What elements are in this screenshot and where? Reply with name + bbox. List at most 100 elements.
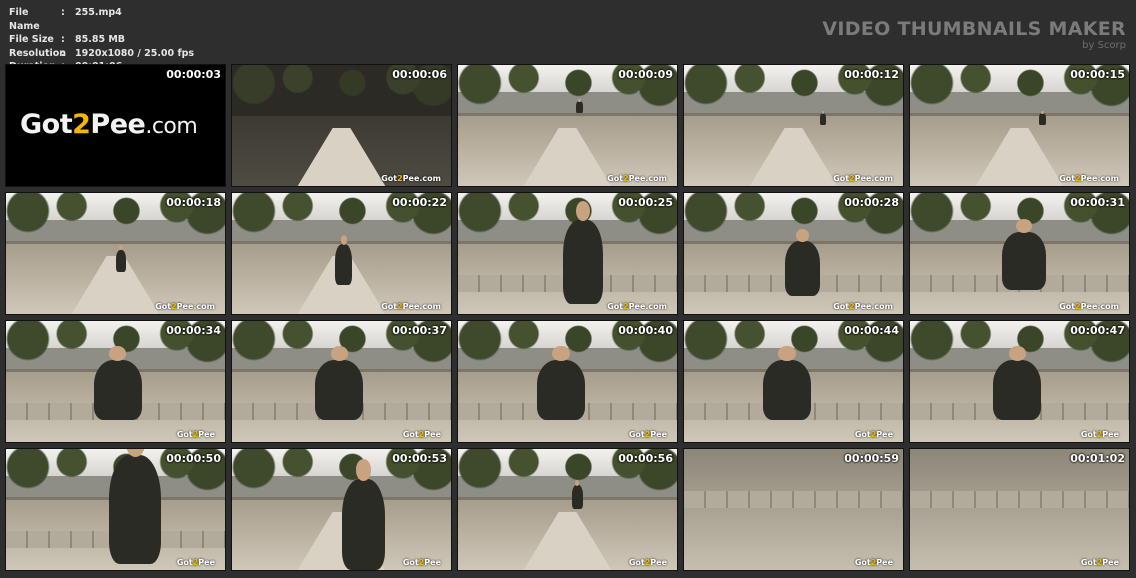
video-thumbnail[interactable]: Got2Pee.com 00:00:12 bbox=[683, 64, 904, 187]
video-thumbnail[interactable]: Got2Pee.com 00:00:03 bbox=[5, 64, 226, 187]
video-thumbnail[interactable]: Got2Pee.com 00:00:28 bbox=[683, 192, 904, 315]
timestamp-label: 00:00:31 bbox=[1070, 196, 1125, 209]
logo-part: Pee bbox=[90, 109, 146, 140]
watermark-part: Got bbox=[381, 174, 398, 183]
person-figure bbox=[819, 110, 827, 126]
brand-watermark: VIDEO THUMBNAILS MAKER by Scorp bbox=[822, 18, 1126, 51]
person-head bbox=[575, 200, 590, 222]
video-thumbnail[interactable]: Got2Pee.com 00:00:15 bbox=[909, 64, 1130, 187]
timestamp-label: 00:00:44 bbox=[844, 324, 899, 337]
thumbnail-watermark: Got2Pee.com bbox=[1059, 302, 1119, 311]
timestamp-label: 00:00:37 bbox=[392, 324, 447, 337]
person-head bbox=[578, 98, 581, 102]
person-figure bbox=[762, 346, 811, 421]
person-figure bbox=[784, 229, 820, 296]
thumbnail-watermark: Got2Pee.com bbox=[607, 302, 667, 311]
video-thumbnail[interactable]: Got2Pee 00:00:37 bbox=[231, 320, 452, 443]
person-head bbox=[330, 346, 348, 361]
person-head bbox=[795, 229, 809, 243]
thumbnail-watermark: Got2Pee.com bbox=[607, 174, 667, 183]
watermark-part: Got bbox=[1080, 558, 1097, 567]
watermark-part: .com bbox=[1097, 302, 1119, 311]
timestamp-label: 00:00:50 bbox=[166, 452, 221, 465]
video-thumbnail[interactable]: Got2Pee 00:00:44 bbox=[683, 320, 904, 443]
video-thumbnail[interactable]: Got2Pee.com 00:00:06 bbox=[231, 64, 452, 187]
timestamp-label: 00:00:12 bbox=[844, 68, 899, 81]
ground bbox=[910, 449, 1129, 570]
timestamp-label: 00:00:09 bbox=[618, 68, 673, 81]
thumbnail-watermark: Got2Pee bbox=[855, 430, 893, 439]
watermark-part: .com bbox=[193, 302, 215, 311]
file-size-value: 85.85 MB bbox=[75, 34, 126, 45]
brand-title: VIDEO THUMBNAILS MAKER bbox=[822, 18, 1126, 40]
thumbnail-watermark: Got2Pee.com bbox=[381, 174, 441, 183]
person-head bbox=[778, 346, 796, 361]
watermark-part: Got bbox=[381, 302, 398, 311]
video-thumbnail[interactable]: Got2Pee 00:00:59 bbox=[683, 448, 904, 571]
video-thumbnail[interactable]: Got2Pee 00:00:56 bbox=[457, 448, 678, 571]
watermark-part: Pee bbox=[854, 174, 872, 183]
watermark-part: Pee bbox=[402, 302, 420, 311]
video-thumbnail[interactable]: Got2Pee 00:00:40 bbox=[457, 320, 678, 443]
watermark-part: Got bbox=[854, 430, 871, 439]
watermark-part: Got bbox=[402, 430, 419, 439]
got2pee-logo: Got2Pee.com bbox=[20, 109, 198, 140]
watermark-part: Pee bbox=[876, 430, 893, 439]
person-figure bbox=[93, 346, 142, 421]
video-thumbnail[interactable]: Got2Pee 00:00:50 bbox=[5, 448, 226, 571]
video-thumbnail[interactable]: Got2Pee.com 00:00:25 bbox=[457, 192, 678, 315]
logo-part: 2 bbox=[72, 109, 91, 140]
person-figure bbox=[576, 98, 583, 114]
video-thumbnail[interactable]: Got2Pee 00:01:02 bbox=[909, 448, 1130, 571]
video-thumbnail[interactable]: Got2Pee 00:00:53 bbox=[231, 448, 452, 571]
stone-wall bbox=[684, 491, 903, 509]
timestamp-label: 00:00:53 bbox=[392, 452, 447, 465]
thumbnail-watermark: Got2Pee.com bbox=[381, 302, 441, 311]
watermark-part: .com bbox=[419, 302, 441, 311]
file-name-label: File Name bbox=[9, 7, 40, 32]
person-figure bbox=[341, 459, 386, 570]
video-thumbnail[interactable]: Got2Pee 00:00:47 bbox=[909, 320, 1130, 443]
thumbnail-watermark: Got2Pee bbox=[177, 558, 215, 567]
logo-part: Got bbox=[20, 109, 73, 140]
person-figure bbox=[536, 346, 585, 421]
thumbnail-watermark: Got2Pee.com bbox=[833, 302, 893, 311]
timestamp-label: 00:00:47 bbox=[1070, 324, 1125, 337]
person-head bbox=[340, 234, 347, 245]
video-thumbnail[interactable]: Got2Pee.com 00:00:22 bbox=[231, 192, 452, 315]
file-name-value: 255.mp4 bbox=[75, 7, 122, 18]
separator: : bbox=[61, 34, 65, 45]
watermark-part: .com bbox=[419, 174, 441, 183]
watermark-part: Pee bbox=[628, 174, 646, 183]
watermark-part: Got bbox=[628, 558, 645, 567]
video-thumbnail[interactable]: Got2Pee.com 00:00:09 bbox=[457, 64, 678, 187]
person-figure bbox=[315, 346, 364, 421]
video-thumbnail[interactable]: Got2Pee.com 00:00:18 bbox=[5, 192, 226, 315]
person-figure bbox=[571, 479, 583, 510]
timestamp-label: 00:01:02 bbox=[1070, 452, 1125, 465]
person-figure bbox=[1001, 218, 1046, 290]
logo-part: .com bbox=[145, 114, 198, 139]
separator: : bbox=[61, 47, 65, 59]
watermark-part: Got bbox=[176, 558, 193, 567]
video-thumbnail[interactable]: Got2Pee.com 00:00:31 bbox=[909, 192, 1130, 315]
timestamp-label: 00:00:18 bbox=[166, 196, 221, 209]
person-figure bbox=[334, 234, 353, 285]
thumbnail-watermark: Got2Pee.com bbox=[1059, 174, 1119, 183]
watermark-part: Got bbox=[1080, 430, 1097, 439]
resolution-label: Resolution bbox=[9, 47, 67, 59]
thumbnail-watermark: Got2Pee.com bbox=[833, 174, 893, 183]
watermark-part: Pee bbox=[198, 558, 215, 567]
watermark-part: Got bbox=[1059, 302, 1076, 311]
watermark-part: Pee bbox=[1102, 558, 1119, 567]
watermark-part: .com bbox=[871, 174, 893, 183]
timestamp-label: 00:00:06 bbox=[392, 68, 447, 81]
person-head bbox=[575, 479, 580, 486]
watermark-part: Pee bbox=[1102, 430, 1119, 439]
watermark-part: Got bbox=[607, 174, 624, 183]
timestamp-label: 00:00:25 bbox=[618, 196, 673, 209]
person-figure bbox=[993, 346, 1042, 421]
watermark-part: Got bbox=[155, 302, 172, 311]
video-thumbnail[interactable]: Got2Pee 00:00:34 bbox=[5, 320, 226, 443]
file-size-label: File Size bbox=[9, 34, 54, 45]
